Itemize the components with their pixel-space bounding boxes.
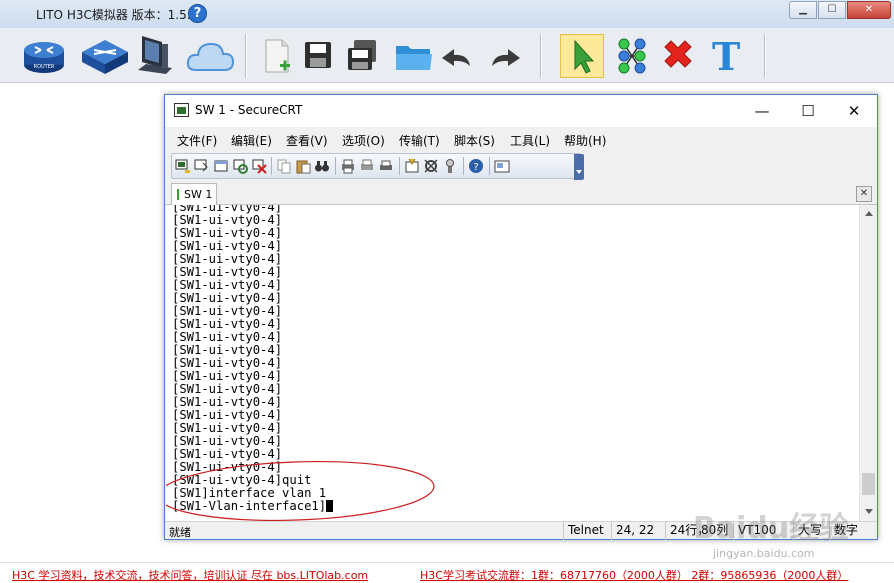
save-icon[interactable]: [298, 34, 342, 78]
status-cursor-position: 24, 22: [611, 522, 663, 540]
terminal-output[interactable]: [SW1-ui-vty0-4] [SW1-ui-vty0-4] [SW1-ui-vt…: [166, 205, 859, 521]
help-icon[interactable]: ?: [188, 4, 207, 23]
toolbar-separator: [489, 157, 490, 175]
open-folder-icon[interactable]: [392, 34, 436, 78]
text-tool-glyph: T: [712, 34, 741, 79]
svg-text:?: ?: [473, 162, 478, 173]
securecrt-app-icon: [174, 103, 189, 117]
footer-bar: H3C 学习资料，技术交流，技术问答，培训认证 尽在 bbs.LITOlab.c…: [0, 562, 894, 583]
router-icon[interactable]: ROUTER: [22, 34, 66, 78]
status-ready: 就绪: [169, 526, 191, 539]
menu-transfer[interactable]: 传输(T): [399, 132, 440, 149]
print-icon[interactable]: [340, 158, 356, 174]
toolbar-separator: [764, 34, 766, 78]
scroll-thumb[interactable]: [862, 473, 875, 495]
securecrt-title: SW 1 - SecureCRT: [195, 103, 303, 117]
screen-capture-icon[interactable]: [494, 158, 510, 174]
menu-options[interactable]: 选项(O): [342, 132, 385, 149]
menu-file[interactable]: 文件(F): [177, 132, 217, 149]
session-tab-bar: SW 1 ✕: [165, 181, 877, 205]
main-toolbar: ROUTER T: [0, 28, 894, 83]
status-protocol: Telnet: [563, 522, 609, 540]
app-minimize-button[interactable]: ▁: [789, 1, 817, 19]
quick-connect-icon[interactable]: [194, 158, 210, 174]
disconnect-icon[interactable]: [251, 158, 267, 174]
securecrt-menu-bar: 文件(F) 编辑(E) 查看(V) 选项(O) 传输(T) 脚本(S) 工具(L…: [165, 127, 877, 151]
save-as-icon[interactable]: [342, 34, 386, 78]
tab-label: SW 1: [184, 188, 213, 201]
app-title: LITO H3C模拟器 版本：1.5.2: [36, 8, 199, 22]
terminal-scrollbar[interactable]: [859, 205, 877, 521]
toolbar-separator: [271, 157, 272, 175]
reconnect-icon[interactable]: [232, 158, 248, 174]
cloud-icon[interactable]: [186, 34, 235, 78]
securecrt-title-bar: SW 1 - SecureCRT — ☐ ✕: [165, 95, 877, 127]
terminal-cursor: [326, 500, 334, 512]
forum-link[interactable]: H3C 学习资料，技术交流，技术问答，培训认证 尽在 bbs.LITOlab.c…: [12, 567, 368, 583]
keymap-icon[interactable]: [442, 158, 458, 174]
delete-icon[interactable]: [656, 34, 700, 78]
new-file-icon[interactable]: [258, 34, 302, 78]
securecrt-toolbar: ?: [171, 153, 584, 180]
app-close-button[interactable]: ✕: [847, 1, 891, 19]
svg-text:ROUTER: ROUTER: [34, 64, 55, 70]
menu-tools[interactable]: 工具(L): [510, 132, 550, 149]
menu-script[interactable]: 脚本(S): [454, 132, 495, 149]
undo-icon[interactable]: [436, 34, 480, 78]
session-options-icon[interactable]: [404, 158, 420, 174]
status-emulation: VT100: [733, 522, 781, 540]
scroll-down-arrow-icon[interactable]: [860, 503, 877, 520]
securecrt-window: SW 1 - SecureCRT — ☐ ✕ 文件(F) 编辑(E) 查看(V)…: [164, 94, 878, 540]
connect-icon[interactable]: [175, 158, 191, 174]
paste-icon[interactable]: [295, 158, 311, 174]
pc-icon[interactable]: [136, 34, 180, 78]
toolbar-overflow-chevron-icon[interactable]: [574, 154, 584, 180]
menu-edit[interactable]: 编辑(E): [231, 132, 272, 149]
crt-minimize-button[interactable]: —: [739, 97, 785, 125]
status-caps: 大写: [793, 522, 829, 540]
crt-maximize-button[interactable]: ☐: [785, 97, 831, 125]
redo-icon[interactable]: [482, 34, 526, 78]
terminal-lines: [SW1-ui-vty0-4] [SW1-ui-vty0-4] [SW1-ui-vt…: [172, 205, 334, 513]
toolbar-separator: [540, 34, 542, 78]
status-rows: 24行，: [665, 522, 701, 540]
lito-simulator-app: LITO H3C模拟器 版本：1.5.2 ? ▁ ☐ ✕ ROUTER T SW…: [0, 0, 894, 583]
text-tool-icon[interactable]: T: [706, 34, 750, 79]
status-cols: 80列: [701, 523, 729, 537]
toolbar-separator: [335, 157, 336, 175]
switch-icon[interactable]: [80, 34, 128, 78]
menu-view[interactable]: 查看(V): [286, 132, 328, 149]
print-selection-icon[interactable]: [359, 158, 375, 174]
app-title-bar: LITO H3C模拟器 版本：1.5.2 ? ▁ ☐ ✕: [0, 0, 894, 28]
help-about-icon[interactable]: ?: [468, 158, 484, 174]
select-cursor-icon[interactable]: [560, 34, 604, 78]
tab-close-icon[interactable]: ✕: [856, 186, 872, 202]
status-num: 数字: [829, 522, 869, 540]
crt-close-button[interactable]: ✕: [831, 97, 877, 125]
scroll-up-arrow-icon[interactable]: [860, 205, 877, 222]
connect-link-icon[interactable]: [610, 34, 654, 78]
copy-icon[interactable]: [276, 158, 292, 174]
find-icon[interactable]: [314, 158, 330, 174]
securecrt-status-bar: 就绪 Telnet 24, 22 24行， 80列 VT100 大写 数字: [165, 521, 877, 540]
toolbar-separator: [399, 157, 400, 175]
watermark-url: jingyan.baidu.com: [713, 547, 815, 560]
connected-indicator-icon: [177, 189, 179, 200]
global-options-icon[interactable]: [423, 158, 439, 174]
toolbar-separator: [245, 34, 247, 78]
tab-sw1[interactable]: SW 1: [171, 183, 217, 205]
printer-icon[interactable]: [378, 158, 394, 174]
qq-group-link[interactable]: H3C学习考试交流群：1群：68717760（2000人群） 2群：958659…: [420, 567, 848, 583]
app-maximize-button[interactable]: ☐: [818, 1, 846, 19]
menu-help[interactable]: 帮助(H): [564, 132, 606, 149]
connect-tab-icon[interactable]: [213, 158, 229, 174]
terminal-line: [SW1-Vlan-interface1]: [172, 500, 334, 513]
toolbar-separator: [463, 157, 464, 175]
